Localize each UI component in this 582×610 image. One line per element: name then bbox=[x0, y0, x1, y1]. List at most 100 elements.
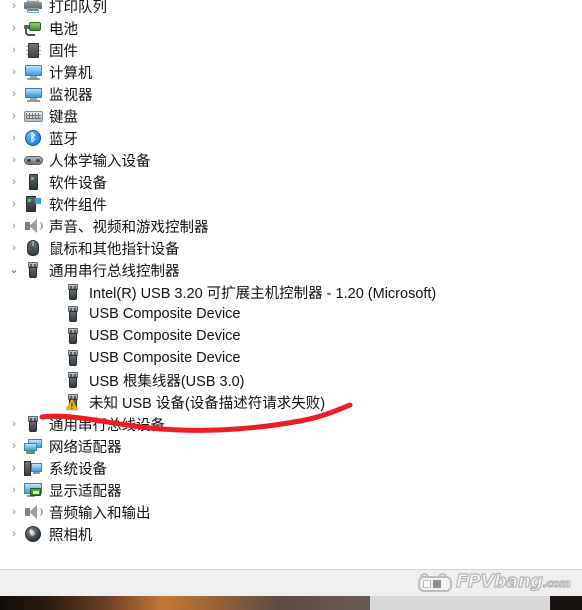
tree-item-label: 固件 bbox=[49, 43, 78, 60]
tree-item-expander[interactable]: › bbox=[6, 413, 22, 435]
tree-item-label: Intel(R) USB 3.20 可扩展主机控制器 - 1.20 (Micro… bbox=[89, 285, 437, 302]
tree-item-label: 未知 USB 设备(设备描述符请求失败) bbox=[89, 395, 326, 412]
tree-item[interactable]: › 固件 bbox=[0, 39, 582, 61]
printer-icon bbox=[22, 0, 44, 17]
hid-gamepad-icon bbox=[22, 149, 44, 171]
usb-icon bbox=[62, 325, 84, 347]
tree-item[interactable]: › ᛒ 蓝牙 bbox=[0, 127, 582, 149]
fpv-camera-icon bbox=[418, 573, 452, 593]
tree-item[interactable]: › 音频输入和输出 bbox=[0, 501, 582, 523]
usb-icon bbox=[22, 259, 44, 281]
tree-item-label: 电池 bbox=[49, 21, 78, 38]
tree-item-label: USB 根集线器(USB 3.0) bbox=[89, 373, 245, 390]
tree-item-expander[interactable]: › bbox=[6, 0, 22, 17]
tree-item-expander[interactable]: › bbox=[6, 193, 22, 215]
tree-item-label: 网络适配器 bbox=[49, 439, 122, 456]
tree-item[interactable]: › 电池 bbox=[0, 17, 582, 39]
tree-item-expander[interactable]: › bbox=[6, 523, 22, 545]
tree-item-expander[interactable]: › bbox=[6, 127, 22, 149]
audio-io-icon bbox=[22, 501, 44, 523]
tree-item-expander[interactable]: › bbox=[6, 215, 22, 237]
tree-item-expander[interactable]: ⌄ bbox=[6, 259, 22, 281]
keyboard-icon bbox=[22, 105, 44, 127]
network-adapter-icon bbox=[22, 435, 44, 457]
tree-item[interactable]: Intel(R) USB 3.20 可扩展主机控制器 - 1.20 (Micro… bbox=[0, 281, 582, 303]
tree-item-expander[interactable]: › bbox=[6, 149, 22, 171]
tree-item-label: 音频输入和输出 bbox=[49, 505, 151, 522]
tree-item[interactable]: › 声音、视频和游戏控制器 bbox=[0, 215, 582, 237]
tree-item[interactable]: › 通用串行总线设备 bbox=[0, 413, 582, 435]
tree-item-expander[interactable]: › bbox=[6, 17, 22, 39]
background-dark-end bbox=[550, 596, 582, 610]
tree-item-label: 系统设备 bbox=[49, 461, 107, 478]
usb-warning-icon: ! bbox=[62, 391, 84, 413]
tree-item-expander[interactable]: › bbox=[6, 171, 22, 193]
tree-item-label: 鼠标和其他指针设备 bbox=[49, 241, 180, 258]
background-light-pane bbox=[370, 596, 550, 610]
tree-item[interactable]: USB Composite Device bbox=[0, 325, 582, 347]
tree-item-expander[interactable]: › bbox=[6, 479, 22, 501]
desktop-background-strip bbox=[0, 596, 582, 610]
system-device-icon bbox=[22, 457, 44, 479]
watermark-text: FPVbang.com bbox=[455, 571, 571, 594]
mouse-icon bbox=[22, 237, 44, 259]
tree-item[interactable]: › 系统设备 bbox=[0, 457, 582, 479]
tree-item-expander[interactable]: › bbox=[6, 39, 22, 61]
tree-item-label: 监视器 bbox=[49, 87, 93, 104]
usb-icon bbox=[62, 303, 84, 325]
usb-icon bbox=[62, 369, 84, 391]
watermark: FPVbang.com bbox=[418, 570, 571, 596]
tree-item-label: 键盘 bbox=[49, 109, 78, 126]
tree-item-expander[interactable]: › bbox=[6, 435, 22, 457]
tree-item[interactable]: › 照相机 bbox=[0, 523, 582, 545]
tree-item[interactable]: › 显示适配器 bbox=[0, 479, 582, 501]
usb-icon bbox=[22, 413, 44, 435]
tree-item-expander[interactable]: › bbox=[6, 83, 22, 105]
monitor-icon bbox=[22, 83, 44, 105]
usb-icon bbox=[62, 347, 84, 369]
tree-item[interactable]: › 鼠标和其他指针设备 bbox=[0, 237, 582, 259]
tree-item-label: 显示适配器 bbox=[49, 483, 122, 500]
tree-item-expander[interactable]: › bbox=[6, 501, 22, 523]
tree-item-label: USB Composite Device bbox=[89, 306, 241, 322]
tree-item[interactable]: › 监视器 bbox=[0, 83, 582, 105]
tree-item-label: 照相机 bbox=[49, 527, 93, 544]
camera-icon bbox=[22, 523, 44, 545]
battery-icon bbox=[22, 17, 44, 39]
tree-item-label: 软件设备 bbox=[49, 175, 107, 192]
tree-item[interactable]: ⌄ 通用串行总线控制器 bbox=[0, 259, 582, 281]
tree-item-label: 人体学输入设备 bbox=[49, 153, 151, 170]
bluetooth-icon: ᛒ bbox=[22, 127, 44, 149]
tree-item-label: 蓝牙 bbox=[49, 131, 78, 148]
tree-item[interactable]: › 软件组件 bbox=[0, 193, 582, 215]
device-manager-tree[interactable]: › 打印队列 › 电池 › 固件 › 计算机 › 监视器 › 键盘 › ᛒ 蓝牙 › 人体学输入设备 › 软件设备 ›… bbox=[0, 0, 582, 569]
tree-item[interactable]: › 网络适配器 bbox=[0, 435, 582, 457]
tree-item[interactable]: › 打印队列 bbox=[0, 0, 582, 17]
tree-item[interactable]: › 计算机 bbox=[0, 61, 582, 83]
speaker-icon bbox=[22, 215, 44, 237]
tree-item-expander[interactable]: › bbox=[6, 457, 22, 479]
tree-item-expander[interactable]: › bbox=[6, 61, 22, 83]
display-adapter-icon bbox=[22, 479, 44, 501]
tree-item[interactable]: › 人体学输入设备 bbox=[0, 149, 582, 171]
tree-item-label: 通用串行总线设备 bbox=[49, 417, 165, 434]
tree-item-label: 通用串行总线控制器 bbox=[49, 263, 180, 280]
tree-item-expander[interactable]: › bbox=[6, 105, 22, 127]
tree-item-label: USB Composite Device bbox=[89, 350, 241, 366]
tree-item-label: 声音、视频和游戏控制器 bbox=[49, 219, 209, 236]
tree-item[interactable]: ! 未知 USB 设备(设备描述符请求失败) bbox=[0, 391, 582, 413]
tree-item[interactable]: USB Composite Device bbox=[0, 347, 582, 369]
tree-item-expander[interactable]: › bbox=[6, 237, 22, 259]
tree-item[interactable]: USB Composite Device bbox=[0, 303, 582, 325]
watermark-domain: .com bbox=[542, 576, 571, 590]
tree-item[interactable]: USB 根集线器(USB 3.0) bbox=[0, 369, 582, 391]
tree-item[interactable]: › 软件设备 bbox=[0, 171, 582, 193]
usb-icon bbox=[62, 281, 84, 303]
tree-item-label: 软件组件 bbox=[49, 197, 107, 214]
software-component-icon bbox=[22, 193, 44, 215]
tree-item-label: USB Composite Device bbox=[89, 328, 241, 344]
software-device-icon bbox=[22, 171, 44, 193]
firmware-chip-icon bbox=[22, 39, 44, 61]
watermark-brand: FPVbang bbox=[455, 571, 543, 592]
tree-item[interactable]: › 键盘 bbox=[0, 105, 582, 127]
